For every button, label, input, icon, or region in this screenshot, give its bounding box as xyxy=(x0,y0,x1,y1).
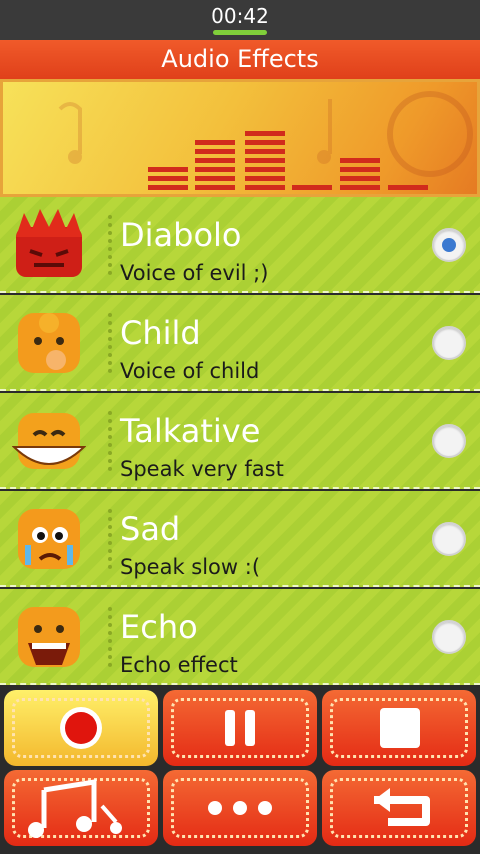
status-indicator xyxy=(213,30,267,35)
stop-button[interactable] xyxy=(322,690,476,766)
equalizer-segment xyxy=(340,176,380,181)
effects-list: Diabolo Voice of evil ;) Child Voice of … xyxy=(0,197,480,688)
controls-panel xyxy=(0,688,480,854)
separator xyxy=(108,411,112,471)
pause-icon xyxy=(225,710,255,746)
back-icon xyxy=(374,788,430,826)
talkative-face-icon xyxy=(12,413,86,469)
effect-desc: Speak very fast xyxy=(120,457,284,481)
separator xyxy=(108,313,112,373)
equalizer-segment xyxy=(388,185,428,190)
equalizer-segment xyxy=(148,185,188,190)
radio-sad[interactable] xyxy=(432,522,466,556)
equalizer-segment xyxy=(195,149,235,154)
radio-diabolo[interactable] xyxy=(432,228,466,262)
equalizer-segment xyxy=(195,185,235,190)
equalizer-segment xyxy=(245,167,285,172)
effect-desc: Echo effect xyxy=(120,653,238,677)
equalizer-bar xyxy=(388,79,428,197)
page-title: Audio Effects xyxy=(161,45,319,73)
separator xyxy=(108,509,112,569)
status-bar: 00:42 xyxy=(0,0,480,40)
stop-icon xyxy=(380,708,420,748)
equalizer-segment xyxy=(195,167,235,172)
equalizer-segment xyxy=(245,131,285,136)
effect-item-echo[interactable]: Echo Echo effect xyxy=(0,589,480,685)
effect-item-talkative[interactable]: Talkative Speak very fast xyxy=(0,393,480,489)
equalizer-bar xyxy=(340,79,380,197)
equalizer-segment xyxy=(195,140,235,145)
effect-name: Diabolo xyxy=(120,216,242,254)
effect-item-sad[interactable]: Sad Speak slow :( xyxy=(0,491,480,587)
equalizer-banner xyxy=(0,79,480,197)
more-button[interactable] xyxy=(163,770,317,846)
effect-item-child[interactable]: Child Voice of child xyxy=(0,295,480,391)
equalizer-segment xyxy=(245,140,285,145)
equalizer-bar xyxy=(148,79,188,197)
equalizer-segment xyxy=(340,158,380,163)
title-bar: Audio Effects xyxy=(0,40,480,79)
clock: 00:42 xyxy=(211,4,269,28)
effect-name: Child xyxy=(120,314,201,352)
equalizer-segment xyxy=(245,185,285,190)
effect-desc: Voice of evil ;) xyxy=(120,261,269,285)
equalizer-bar xyxy=(195,79,235,197)
back-button[interactable] xyxy=(322,770,476,846)
equalizer-segment xyxy=(340,185,380,190)
radio-echo[interactable] xyxy=(432,620,466,654)
radio-talkative[interactable] xyxy=(432,424,466,458)
effect-name: Echo xyxy=(120,608,198,646)
echo-face-icon xyxy=(18,607,80,667)
equalizer-segment xyxy=(245,158,285,163)
record-button[interactable] xyxy=(4,690,158,766)
child-face-icon xyxy=(18,313,80,373)
effect-desc: Speak slow :( xyxy=(120,555,261,579)
equalizer-segment xyxy=(148,167,188,172)
record-icon xyxy=(60,707,102,749)
effect-name: Sad xyxy=(120,510,181,548)
equalizer-bar xyxy=(292,79,332,197)
effect-item-diabolo[interactable]: Diabolo Voice of evil ;) xyxy=(0,197,480,293)
devil-face-icon xyxy=(16,209,82,277)
separator xyxy=(108,607,112,667)
equalizer-segment xyxy=(245,149,285,154)
equalizer-bar xyxy=(245,79,285,197)
equalizer-segment xyxy=(195,176,235,181)
equalizer-segment xyxy=(292,185,332,190)
equalizer-segment xyxy=(148,176,188,181)
effect-name: Talkative xyxy=(120,412,261,450)
equalizer-segment xyxy=(245,176,285,181)
separator xyxy=(108,215,112,275)
radio-child[interactable] xyxy=(432,326,466,360)
pause-button[interactable] xyxy=(163,690,317,766)
effect-desc: Voice of child xyxy=(120,359,260,383)
equalizer-segment xyxy=(340,167,380,172)
music-button[interactable] xyxy=(4,770,158,846)
music-notes-icon xyxy=(28,779,122,838)
more-icon xyxy=(208,801,272,815)
equalizer-segment xyxy=(195,158,235,163)
sad-face-icon xyxy=(18,509,80,569)
